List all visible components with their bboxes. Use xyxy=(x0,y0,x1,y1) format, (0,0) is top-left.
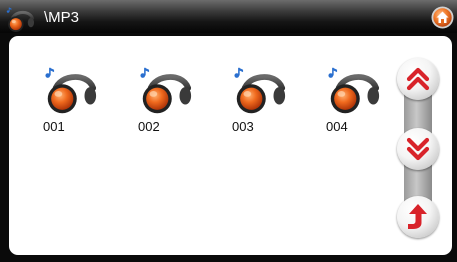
home-icon xyxy=(431,6,454,29)
back-button[interactable] xyxy=(397,196,439,238)
file-item-004[interactable]: 004 xyxy=(324,66,384,142)
file-browser-panel: 001 002 003 004 xyxy=(9,36,452,255)
double-chevron-up-icon xyxy=(406,67,430,91)
music-headphones-icon xyxy=(136,66,194,116)
headphones-icon xyxy=(5,7,36,33)
file-item-001[interactable]: 001 xyxy=(41,66,101,142)
file-item-002[interactable]: 002 xyxy=(136,66,196,142)
music-headphones-icon xyxy=(41,66,99,116)
current-path: \MP3 xyxy=(44,9,80,26)
music-headphones-icon xyxy=(324,66,382,116)
file-item-003[interactable]: 003 xyxy=(230,66,290,142)
file-name: 003 xyxy=(232,119,254,134)
double-chevron-down-icon xyxy=(406,137,430,161)
file-name: 001 xyxy=(43,119,65,134)
page-up-button[interactable] xyxy=(397,58,439,100)
title-bar: \MP3 xyxy=(0,0,457,33)
file-name: 002 xyxy=(138,119,160,134)
file-name: 004 xyxy=(326,119,348,134)
home-button[interactable] xyxy=(431,6,454,29)
music-headphones-icon xyxy=(230,66,288,116)
return-arrow-icon xyxy=(408,204,427,229)
page-down-button[interactable] xyxy=(397,128,439,170)
